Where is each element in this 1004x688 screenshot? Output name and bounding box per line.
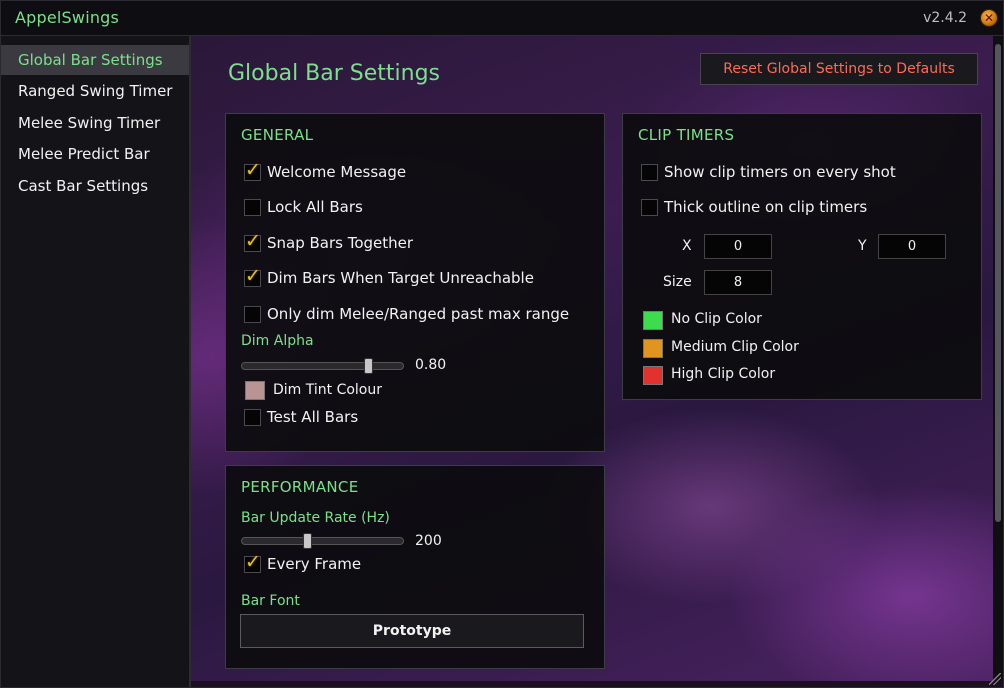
vertical-scrollbar[interactable] bbox=[993, 36, 1003, 681]
thick-outline-checkbox[interactable] bbox=[641, 198, 658, 216]
high-clip-color-label: High Clip Color bbox=[671, 366, 776, 382]
medium-clip-color-label: Medium Clip Color bbox=[671, 339, 799, 355]
dim-alpha-label: Dim Alpha bbox=[241, 333, 314, 349]
bar-font-dropdown[interactable]: Prototype bbox=[240, 614, 584, 648]
x-offset-label: X bbox=[682, 238, 692, 254]
performance-title: PERFORMANCE bbox=[241, 478, 359, 496]
show-every-shot-toggle[interactable]: Show clip timers on every shot bbox=[641, 161, 896, 183]
sidebar: Global Bar Settings Ranged Swing Timer M… bbox=[1, 36, 191, 687]
only-dim-toggle[interactable]: Only dim Melee/Ranged past max range bbox=[244, 303, 569, 325]
every-frame-toggle[interactable]: Every Frame bbox=[244, 551, 362, 575]
lock-all-bars-checkbox[interactable] bbox=[244, 198, 261, 216]
test-all-bars-toggle[interactable]: Test All Bars bbox=[244, 406, 358, 428]
y-offset-input[interactable]: 0 bbox=[878, 234, 946, 259]
dim-tint-label: Dim Tint Colour bbox=[273, 382, 383, 398]
show-every-shot-checkbox[interactable] bbox=[641, 163, 658, 181]
dim-bars-checkbox[interactable] bbox=[244, 265, 261, 287]
show-every-shot-label: Show clip timers on every shot bbox=[664, 163, 896, 181]
size-label: Size bbox=[663, 274, 692, 290]
no-clip-color-label: No Clip Color bbox=[671, 311, 762, 327]
sidebar-item-global-bar-settings[interactable]: Global Bar Settings bbox=[1, 45, 189, 75]
thick-outline-label: Thick outline on clip timers bbox=[664, 198, 868, 216]
dim-bars-label: Dim Bars When Target Unreachable bbox=[267, 269, 534, 287]
app-window: AppelSwings v2.4.2 ✕ Global Bar Settings… bbox=[0, 0, 1004, 688]
size-input[interactable]: 8 bbox=[704, 270, 772, 295]
snap-bars-label: Snap Bars Together bbox=[267, 234, 414, 252]
lock-all-bars-toggle[interactable]: Lock All Bars bbox=[244, 196, 363, 218]
medium-clip-color-swatch[interactable] bbox=[643, 339, 663, 358]
sidebar-item-melee-predict-bar[interactable]: Melee Predict Bar bbox=[1, 139, 189, 169]
bar-font-label: Bar Font bbox=[241, 593, 300, 609]
reset-defaults-button[interactable]: Reset Global Settings to Defaults bbox=[700, 53, 978, 85]
dim-bars-toggle[interactable]: Dim Bars When Target Unreachable bbox=[244, 265, 534, 289]
every-frame-checkbox[interactable] bbox=[244, 551, 261, 573]
main-content: Global Bar Settings Reset Global Setting… bbox=[191, 36, 993, 681]
welcome-message-toggle[interactable]: Welcome Message bbox=[244, 159, 407, 183]
sidebar-item-cast-bar-settings[interactable]: Cast Bar Settings bbox=[1, 171, 189, 201]
general-panel: GENERAL Welcome Message Lock All Bars Sn… bbox=[225, 113, 605, 452]
thick-outline-toggle[interactable]: Thick outline on clip timers bbox=[641, 196, 867, 218]
clip-timers-title: CLIP TIMERS bbox=[638, 126, 735, 144]
lock-all-bars-label: Lock All Bars bbox=[267, 198, 363, 216]
no-clip-color-swatch[interactable] bbox=[643, 311, 663, 330]
scrollbar-thumb[interactable] bbox=[995, 44, 1001, 522]
app-title: AppelSwings bbox=[15, 8, 120, 27]
general-title: GENERAL bbox=[241, 126, 314, 144]
high-clip-color-swatch[interactable] bbox=[643, 366, 663, 385]
update-rate-slider[interactable] bbox=[241, 533, 404, 549]
performance-panel: PERFORMANCE Bar Update Rate (Hz) 200 Eve… bbox=[225, 465, 605, 669]
clip-timers-panel: CLIP TIMERS Show clip timers on every sh… bbox=[622, 113, 982, 400]
welcome-message-label: Welcome Message bbox=[267, 163, 407, 181]
resize-grip-icon[interactable] bbox=[989, 673, 1001, 685]
dim-alpha-value: 0.80 bbox=[415, 357, 447, 373]
update-rate-label: Bar Update Rate (Hz) bbox=[241, 510, 390, 526]
title-bar[interactable]: AppelSwings v2.4.2 ✕ bbox=[1, 1, 1003, 36]
y-offset-label: Y bbox=[858, 238, 867, 254]
sidebar-item-melee-swing-timer[interactable]: Melee Swing Timer bbox=[1, 108, 189, 138]
x-offset-input[interactable]: 0 bbox=[704, 234, 772, 259]
dim-tint-swatch[interactable] bbox=[245, 381, 265, 400]
snap-bars-toggle[interactable]: Snap Bars Together bbox=[244, 230, 414, 254]
sidebar-item-ranged-swing-timer[interactable]: Ranged Swing Timer bbox=[1, 76, 189, 106]
dim-alpha-slider-thumb[interactable] bbox=[364, 358, 373, 374]
close-icon: ✕ bbox=[983, 11, 995, 25]
only-dim-checkbox[interactable] bbox=[244, 305, 261, 323]
update-rate-slider-thumb[interactable] bbox=[303, 533, 312, 549]
welcome-message-checkbox[interactable] bbox=[244, 159, 261, 181]
update-rate-value: 200 bbox=[415, 533, 442, 549]
test-all-bars-checkbox[interactable] bbox=[244, 408, 261, 426]
dim-alpha-slider[interactable] bbox=[241, 358, 404, 374]
bottom-edge bbox=[191, 681, 1003, 687]
version-label: v2.4.2 bbox=[923, 10, 967, 26]
test-all-bars-label: Test All Bars bbox=[267, 408, 359, 426]
snap-bars-checkbox[interactable] bbox=[244, 230, 261, 252]
every-frame-label: Every Frame bbox=[267, 555, 362, 573]
only-dim-label: Only dim Melee/Ranged past max range bbox=[267, 305, 570, 323]
close-button[interactable]: ✕ bbox=[981, 10, 997, 26]
page-title: Global Bar Settings bbox=[228, 61, 441, 86]
